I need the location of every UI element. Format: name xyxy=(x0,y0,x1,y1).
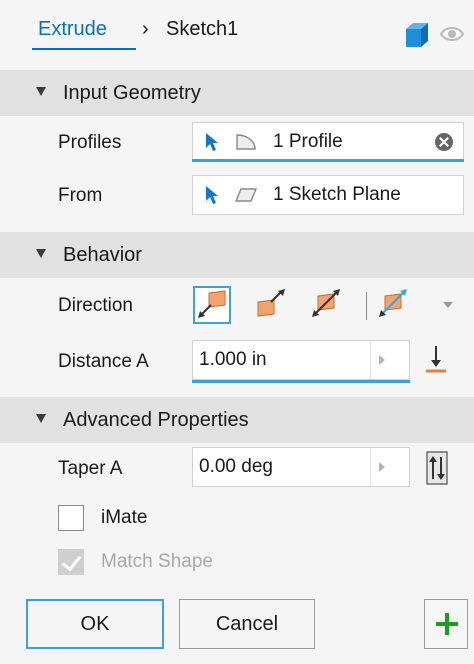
taper-a-input[interactable]: 0.00 deg xyxy=(192,447,410,487)
direction-asymmetric-button[interactable] xyxy=(376,286,414,324)
distance-a-input[interactable]: 1.000 in xyxy=(192,340,410,383)
sketch-breadcrumb: Sketch1 xyxy=(166,18,239,40)
collapse-triangle-icon xyxy=(36,249,46,258)
apply-plus-icon[interactable] xyxy=(424,599,468,649)
input-geometry-header[interactable]: Input Geometry xyxy=(0,70,474,116)
input-divider xyxy=(370,341,371,379)
dialog-header: Extrude › Sketch1 xyxy=(0,0,474,70)
section-title: Input Geometry xyxy=(63,82,201,104)
profiles-value: 1 Profile xyxy=(273,131,343,152)
direction-default-icon xyxy=(198,290,226,318)
direction-flipped-icon xyxy=(257,289,285,317)
extrude-breadcrumb-link[interactable]: Extrude xyxy=(38,18,107,41)
distance-a-value[interactable]: 1.000 in xyxy=(199,349,267,371)
cube-icon[interactable] xyxy=(402,20,432,50)
extent-distance-icon[interactable] xyxy=(424,344,448,376)
advanced-properties-header[interactable]: Advanced Properties xyxy=(0,397,474,443)
breadcrumb-separator: › xyxy=(142,18,149,40)
profile-shape-icon xyxy=(236,134,256,150)
input-divider xyxy=(370,448,371,486)
cancel-button[interactable]: Cancel xyxy=(179,599,315,649)
distance-a-label: Distance A xyxy=(58,351,149,372)
direction-flipped-button[interactable] xyxy=(254,286,292,324)
match-shape-label: Match Shape xyxy=(101,551,213,572)
taper-a-value[interactable]: 0.00 deg xyxy=(199,456,273,478)
imate-label: iMate xyxy=(101,507,148,528)
from-selector[interactable]: 1 Sketch Plane xyxy=(192,175,464,215)
profiles-label: Profiles xyxy=(58,132,122,153)
section-title: Advanced Properties xyxy=(63,409,249,431)
breadcrumb-underline xyxy=(32,48,136,50)
from-value: 1 Sketch Plane xyxy=(273,184,401,205)
value-menu-arrow-icon[interactable] xyxy=(379,462,385,472)
select-arrow-icon xyxy=(206,133,218,151)
clear-selection-icon[interactable] xyxy=(435,133,453,151)
eye-icon[interactable] xyxy=(440,24,464,44)
direction-symmetric-button[interactable] xyxy=(309,286,347,324)
direction-asymmetric-icon xyxy=(379,289,407,317)
collapse-triangle-icon xyxy=(36,87,46,96)
select-arrow-icon xyxy=(206,186,218,204)
section-title: Behavior xyxy=(63,244,142,266)
direction-divider xyxy=(366,292,367,320)
direction-dropdown-caret-icon[interactable] xyxy=(443,302,453,308)
value-menu-arrow-icon[interactable] xyxy=(379,355,385,365)
taper-flip-icon[interactable] xyxy=(426,451,448,485)
profiles-selector[interactable]: 1 Profile xyxy=(192,122,464,162)
match-shape-checkbox[interactable] xyxy=(58,549,84,575)
imate-checkbox[interactable] xyxy=(58,505,84,531)
taper-a-label: Taper A xyxy=(58,458,123,479)
ok-button[interactable]: OK xyxy=(26,599,164,649)
direction-symmetric-icon xyxy=(312,289,340,317)
from-label: From xyxy=(58,185,103,206)
direction-label: Direction xyxy=(58,295,133,316)
behavior-header[interactable]: Behavior xyxy=(0,232,474,278)
direction-default-button[interactable] xyxy=(193,286,231,324)
sketch-plane-icon xyxy=(235,188,257,202)
collapse-triangle-icon xyxy=(36,414,46,423)
